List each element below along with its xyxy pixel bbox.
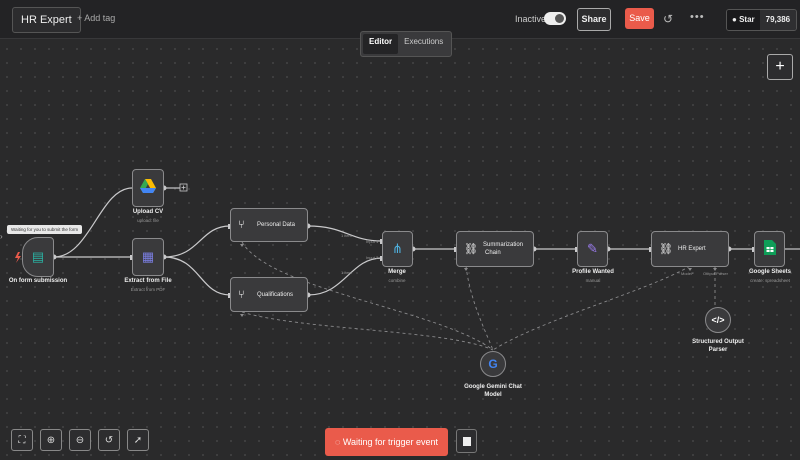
node-profile-wanted[interactable]: ✎ <box>577 231 608 267</box>
select-tool-button[interactable]: ➚ <box>127 429 149 451</box>
node-merge[interactable]: ⋔ <box>382 231 413 267</box>
port-label: Input 1 <box>366 239 379 244</box>
node-google-sheets[interactable] <box>754 231 785 267</box>
zoom-to-fit-button[interactable]: ⛶ <box>11 429 33 451</box>
node-extract-from-file[interactable]: ▦ <box>132 238 164 276</box>
node-label: Google Gemini Chat Model <box>464 384 522 398</box>
connections-layer <box>15 183 800 351</box>
node-subtitle: create: spreadsheet <box>750 278 790 283</box>
node-subtitle: upload: file <box>137 218 159 223</box>
google-drive-icon <box>139 179 157 197</box>
zoom-out-icon: ⊖ <box>75 435 85 446</box>
cursor-icon: ➚ <box>133 435 143 446</box>
node-label: Personal Data <box>257 222 296 228</box>
port-label: 1 item <box>341 270 352 275</box>
node-subtitle: manual <box>585 278 601 283</box>
zoom-in-icon: ⊕ <box>46 435 56 446</box>
split-icon: ⑂ <box>238 219 245 231</box>
reset-icon: ↺ <box>104 435 114 446</box>
port-label: 1 item <box>341 233 352 238</box>
port-label: Model* <box>681 271 694 276</box>
reset-zoom-button[interactable]: ↺ <box>98 429 120 451</box>
node-label: On form submission <box>8 278 68 284</box>
node-qualifications[interactable]: ⑂ Qualifications <box>230 277 308 312</box>
node-label: Profile Wanted <box>572 269 614 275</box>
stop-button[interactable] <box>456 429 477 453</box>
chain-link-icon: ⛓ <box>464 243 478 256</box>
node-subtitle: combine <box>388 278 406 283</box>
node-label: Extract from File <box>124 278 172 284</box>
node-label: Structured Output Parser <box>692 339 744 353</box>
pencil-icon: ✎ <box>587 241 598 256</box>
google-sheets-icon <box>761 240 779 258</box>
node-form-trigger[interactable]: ▤ <box>22 237 54 277</box>
spinner-icon: ◌ <box>334 437 341 447</box>
node-upload-cv[interactable] <box>132 169 164 207</box>
split-icon: ⑂ <box>238 288 245 301</box>
node-subtitle: Extract from PDF <box>130 287 166 292</box>
port-label: Output Parser <box>703 271 728 276</box>
zoom-in-button[interactable]: ⊕ <box>40 429 62 451</box>
fit-view-icon: ⛶ <box>18 435 26 446</box>
node-hr-expert[interactable]: ⛓ HR Expert <box>651 231 729 267</box>
file-extract-icon: ▦ <box>141 249 155 264</box>
node-label: HR Expert <box>678 246 706 252</box>
node-structured-output-parser[interactable]: </> <box>705 307 731 333</box>
node-summarization-chain[interactable]: ⛓ Summarization Chain <box>456 231 534 267</box>
code-icon: </> <box>711 315 725 325</box>
chain-link-icon: ⛓ <box>659 243 673 256</box>
google-icon: G <box>488 357 498 371</box>
node-personal-data[interactable]: ⑂ Personal Data <box>230 208 308 242</box>
stop-icon <box>463 437 471 446</box>
node-label: Upload CV <box>132 209 164 215</box>
node-google-gemini-chat-model[interactable]: G <box>480 351 506 377</box>
node-label: Merge <box>388 269 406 275</box>
node-label: Google Sheets <box>748 269 791 275</box>
form-icon: ▤ <box>31 249 45 264</box>
waiting-trigger-button[interactable]: ◌ Waiting for trigger event <box>325 428 448 456</box>
merge-icon: ⋔ <box>392 241 403 256</box>
zoom-out-button[interactable]: ⊖ <box>69 429 91 451</box>
node-label: Summarization Chain <box>483 242 524 256</box>
port-label: Input 2 <box>366 255 379 260</box>
node-label: Qualifications <box>257 291 294 298</box>
trigger-tooltip: Waiting for you to submit the form <box>7 225 83 234</box>
